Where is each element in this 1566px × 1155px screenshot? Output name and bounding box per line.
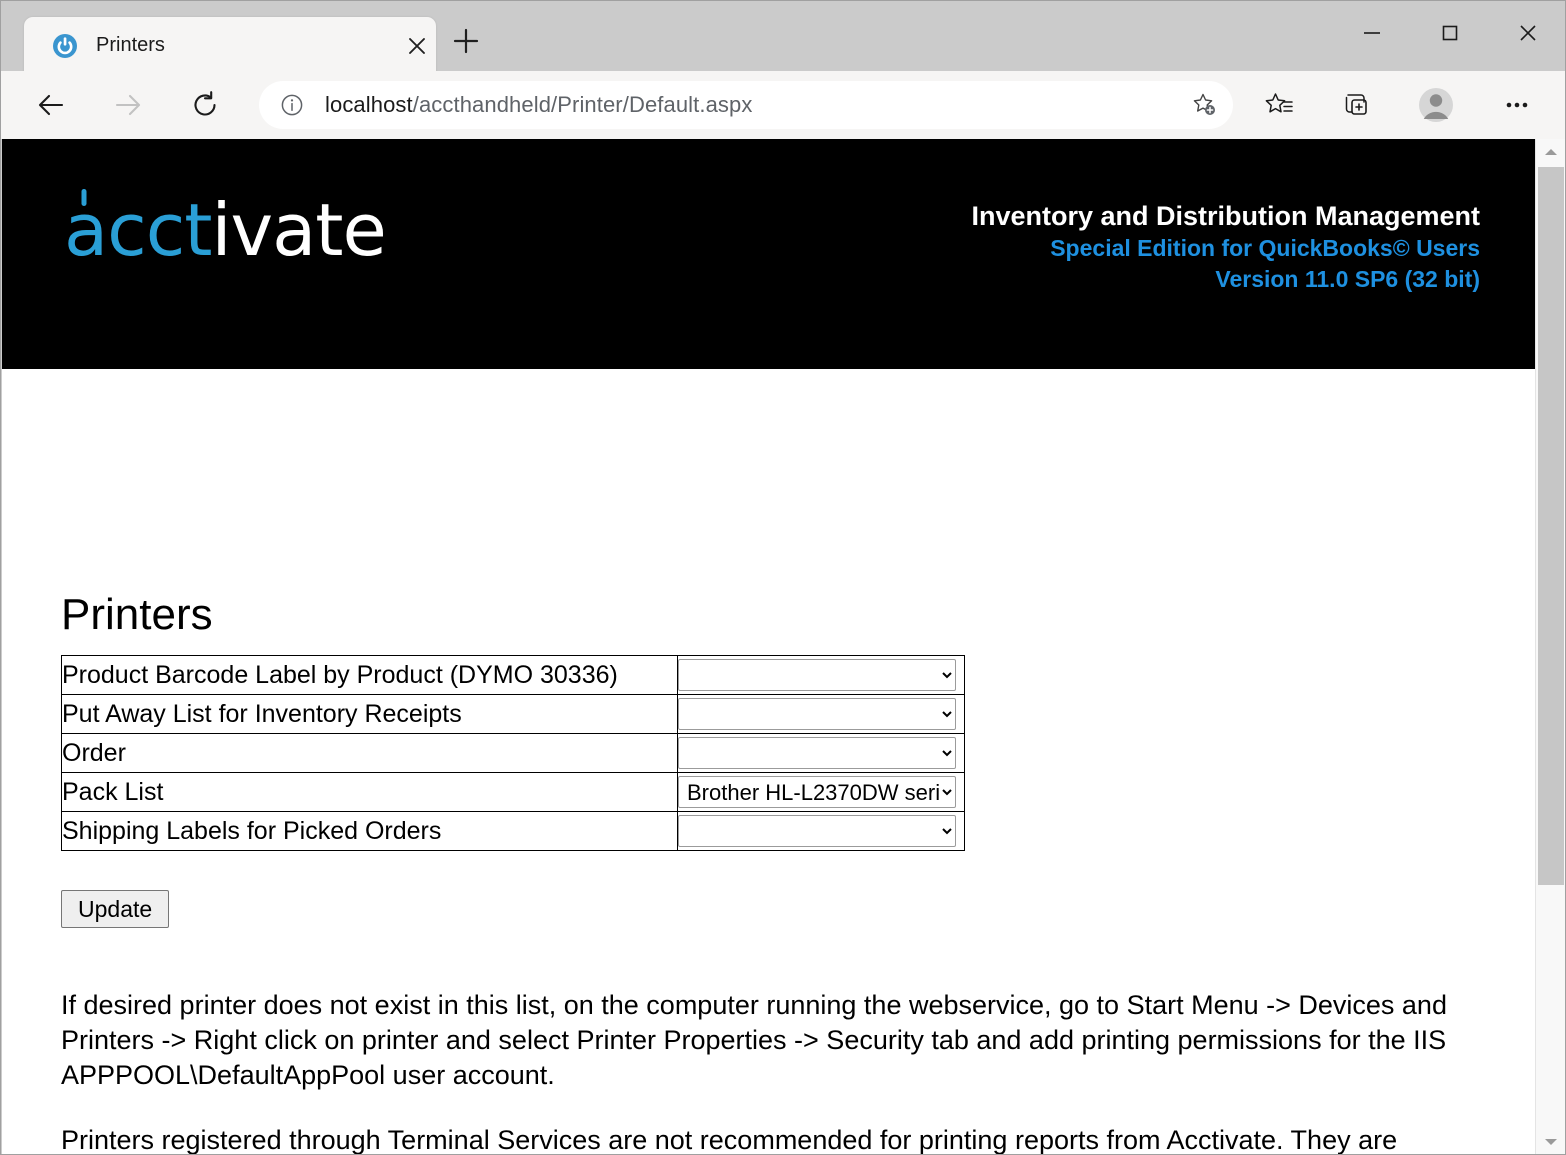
favorites-icon[interactable] [1259, 85, 1299, 125]
app-banner: acctivate Inventory and Distribution Man… [2, 139, 1536, 369]
tab-printers[interactable]: Printers [24, 17, 436, 73]
banner-heading: Inventory and Distribution Management [971, 201, 1480, 231]
back-arrow-icon[interactable] [29, 83, 73, 127]
banner-headings: Inventory and Distribution Management Sp… [971, 199, 1480, 295]
printer-label: Order [61, 733, 678, 773]
tab-favicon-acctivate-power-icon [52, 33, 78, 59]
reload-arrow-icon[interactable] [183, 83, 227, 127]
banner-subheading: Special Edition for QuickBooks© Users [1050, 235, 1480, 261]
printer-select-pack-list[interactable]: Brother HL-L2370DW series [678, 776, 956, 808]
table-row: Put Away List for Inventory Receipts [61, 694, 965, 734]
table-row: Order [61, 733, 965, 773]
tab-strip: Printers [1, 1, 1565, 73]
banner-version: Version 11.0 SP6 (32 bit) [1215, 266, 1480, 292]
info-circle-icon[interactable] [279, 92, 305, 118]
update-button[interactable]: Update [61, 890, 170, 928]
page-content: Printers Product Barcode Label by Produc… [2, 369, 1536, 1155]
forward-arrow-icon [106, 83, 150, 127]
tab-close-icon[interactable] [404, 33, 430, 59]
address-bar-text[interactable]: localhost/accthandheld/Printer/Default.a… [325, 92, 752, 118]
page-title: Printers [61, 590, 213, 640]
page-scrollbar[interactable] [1535, 139, 1565, 1154]
page-viewport: acctivate Inventory and Distribution Man… [2, 139, 1565, 1155]
close-window-button[interactable] [1489, 1, 1565, 65]
printer-select-shipping-labels[interactable] [678, 815, 956, 847]
printer-select-put-away-list[interactable] [678, 698, 956, 730]
table-row: Pack List Brother HL-L2370DW series [61, 772, 965, 812]
printer-label: Put Away List for Inventory Receipts [61, 694, 678, 734]
browser-toolbar: localhost/accthandheld/Printer/Default.a… [1, 71, 1565, 139]
printer-permissions-note: If desired printer does not exist in thi… [61, 990, 1447, 1090]
collections-plus-icon[interactable] [1336, 85, 1376, 125]
scrollbar-down-arrow-icon[interactable] [1536, 1129, 1565, 1154]
person-avatar-icon[interactable] [1416, 85, 1456, 125]
star-plus-icon[interactable] [1189, 90, 1219, 120]
logo-power-icon [66, 187, 102, 231]
ellipsis-icon[interactable] [1497, 85, 1537, 125]
window-controls [1333, 1, 1565, 65]
logo-text-white: ivate [211, 188, 387, 272]
new-tab-button[interactable] [444, 19, 488, 63]
printer-label: Pack List [61, 772, 678, 812]
printer-select-order[interactable] [678, 737, 956, 769]
minimize-button[interactable] [1333, 1, 1411, 65]
url-host: localhost [325, 92, 413, 117]
terminal-services-note: Printers registered through Terminal Ser… [61, 1125, 1398, 1155]
printer-select-product-barcode-label[interactable] [678, 659, 956, 691]
table-row: Product Barcode Label by Product (DYMO 3… [61, 655, 965, 695]
scrollbar-thumb[interactable] [1538, 167, 1564, 885]
browser-window: Printers localhost/accthandheld/Printer/… [0, 0, 1566, 1155]
printer-label: Product Barcode Label by Product (DYMO 3… [61, 655, 678, 695]
table-row: Shipping Labels for Picked Orders [61, 811, 965, 851]
printer-assignment-table: Product Barcode Label by Product (DYMO 3… [61, 655, 965, 851]
url-path: /accthandheld/Printer/Default.aspx [412, 92, 753, 117]
acctivate-logo: acctivate [64, 194, 387, 266]
scrollbar-up-arrow-icon[interactable] [1536, 139, 1565, 165]
maximize-button[interactable] [1411, 1, 1489, 65]
tab-title: Printers [96, 34, 165, 56]
printer-label: Shipping Labels for Picked Orders [61, 811, 678, 851]
address-bar[interactable]: localhost/accthandheld/Printer/Default.a… [259, 81, 1233, 129]
